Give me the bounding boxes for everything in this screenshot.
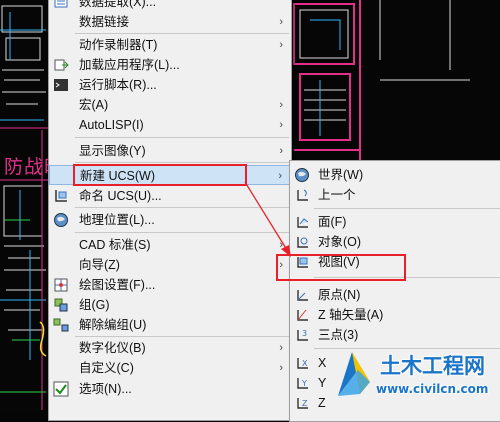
- submenu-item-world[interactable]: 世界(W): [290, 165, 500, 185]
- script-icon: [54, 79, 68, 91]
- tools-menu: 数据提取(X)... 数据链接 › 动作录制器(T) › 加载应用程序(L)..…: [48, 0, 292, 421]
- menu-item-label: 自定义(C): [79, 361, 134, 375]
- menu-item-data-links[interactable]: 数据链接 ›: [49, 12, 291, 32]
- watermark-url: www.civilcn.com: [376, 382, 489, 396]
- submenu-arrow-icon: ›: [279, 39, 283, 51]
- menu-item-macro[interactable]: 宏(A) ›: [49, 95, 291, 115]
- menu-item-label: 数据链接: [79, 15, 130, 29]
- menu-item-label: 命名 UCS(U)...: [79, 189, 162, 203]
- globe-icon: [54, 213, 68, 227]
- menu-item-options[interactable]: 选项(N)...: [49, 379, 291, 399]
- watermark: 土木工程网 www.civilcn.com: [330, 342, 500, 413]
- submenu-arrow-icon: ›: [279, 119, 283, 131]
- previous-ucs-icon: [297, 189, 308, 201]
- z-axis-vector-icon: [297, 309, 308, 321]
- svg-text:Y: Y: [301, 379, 307, 388]
- origin-ucs-icon: [297, 290, 308, 301]
- menu-item-label: 显示图像(Y): [79, 144, 146, 158]
- menu-item-label: 绘图设置(F)...: [79, 278, 156, 292]
- menu-item-label: 解除编组(U): [79, 318, 147, 332]
- menu-item-data-extraction[interactable]: 数据提取(X)...: [49, 0, 291, 12]
- menu-item-label: 选项(N)...: [79, 382, 132, 396]
- submenu-item-previous[interactable]: 上一个: [290, 185, 500, 205]
- menu-item-autolisp[interactable]: AutoLISP(I) ›: [49, 115, 291, 135]
- menu-item-label: 加载应用程序(L)...: [79, 58, 180, 72]
- menu-separator: [75, 162, 289, 163]
- menu-item-drafting-settings[interactable]: 绘图设置(F)...: [49, 275, 291, 295]
- z-rotate-icon: Z: [297, 398, 308, 409]
- watermark-logo-icon: [338, 352, 370, 396]
- submenu-arrow-icon: ›: [279, 145, 283, 157]
- svg-text:Z: Z: [302, 399, 308, 408]
- svg-text:3: 3: [302, 329, 307, 338]
- menu-item-geographic-location[interactable]: 地理位置(L)...: [49, 210, 291, 230]
- menu-item-label: 数据提取(X)...: [79, 0, 157, 9]
- svg-text:X: X: [302, 359, 308, 368]
- menu-item-display-image[interactable]: 显示图像(Y) ›: [49, 141, 291, 161]
- submenu-arrow-icon: ›: [279, 239, 283, 251]
- named-ucs-icon: [55, 190, 67, 202]
- watermark-title: 土木工程网: [380, 354, 485, 378]
- drafting-settings-icon: [54, 278, 68, 292]
- submenu-arrow-icon: ›: [279, 16, 283, 28]
- menu-item-wizards[interactable]: 向导(Z) ›: [49, 255, 291, 275]
- menu-item-label: 宏(A): [79, 98, 109, 112]
- object-ucs-icon: [297, 237, 308, 248]
- menu-item-label: 对象(O): [318, 235, 362, 249]
- menu-separator: [75, 232, 289, 233]
- menu-item-label: 世界(W): [318, 168, 364, 182]
- menu-item-label: 动作录制器(T): [79, 38, 158, 52]
- world-ucs-icon: [295, 168, 309, 182]
- menu-item-digitizer[interactable]: 数字化仪(B) ›: [49, 338, 291, 358]
- menu-item-cad-standards[interactable]: CAD 标准(S) ›: [49, 235, 291, 255]
- menu-item-group[interactable]: 组(G): [49, 295, 291, 315]
- menu-item-label: 原点(N): [318, 288, 361, 302]
- submenu-item-face[interactable]: 面(F): [290, 212, 500, 232]
- menu-item-label: 数字化仪(B): [79, 341, 146, 355]
- submenu-arrow-icon: ›: [279, 342, 283, 354]
- group-icon: [54, 298, 68, 312]
- submenu-arrow-icon: ›: [278, 170, 282, 182]
- menu-item-label: CAD 标准(S): [79, 238, 151, 252]
- menu-item-label: 向导(Z): [79, 258, 120, 272]
- submenu-item-object[interactable]: 对象(O): [290, 232, 500, 252]
- menu-item-run-script[interactable]: 运行脚本(R)...: [49, 75, 291, 95]
- menu-separator: [75, 336, 289, 337]
- submenu-arrow-icon: ›: [279, 99, 283, 111]
- menu-item-action-recorder[interactable]: 动作录制器(T) ›: [49, 35, 291, 55]
- x-rotate-icon: X: [297, 358, 308, 369]
- y-rotate-icon: Y: [297, 378, 308, 389]
- menu-item-label: 上一个: [318, 188, 356, 202]
- submenu-item-z-axis-vector[interactable]: Z 轴矢量(A): [290, 305, 500, 325]
- menu-separator: [75, 137, 289, 138]
- menu-item-label: 组(G): [79, 298, 110, 312]
- options-check-icon: [53, 381, 69, 397]
- menu-item-customize[interactable]: 自定义(C) ›: [49, 358, 291, 378]
- menu-separator: [314, 208, 500, 209]
- menu-separator: [75, 207, 289, 208]
- menu-item-named-ucs[interactable]: 命名 UCS(U)...: [49, 186, 291, 206]
- menu-item-label: 面(F): [318, 215, 347, 229]
- menu-item-ungroup[interactable]: 解除编组(U): [49, 315, 291, 335]
- menu-item-label: Y: [318, 376, 327, 390]
- submenu-item-origin[interactable]: 原点(N): [290, 285, 500, 305]
- data-extract-icon: [54, 0, 68, 8]
- load-app-icon: [54, 59, 69, 71]
- menu-item-label: AutoLISP(I): [79, 118, 144, 132]
- menu-item-label: X: [318, 356, 327, 370]
- three-point-icon: 3: [297, 329, 308, 341]
- menu-item-label: Z: [318, 396, 326, 410]
- submenu-arrow-icon: ›: [279, 362, 283, 374]
- menu-item-label: 运行脚本(R)...: [79, 78, 157, 92]
- face-ucs-icon: [297, 217, 309, 228]
- annotation-box-new-ucs: [73, 164, 247, 186]
- menu-item-label: Z 轴矢量(A): [318, 308, 384, 322]
- menu-item-load-application[interactable]: 加载应用程序(L)...: [49, 55, 291, 75]
- menu-separator: [75, 33, 289, 34]
- menu-item-label: 地理位置(L)...: [79, 213, 155, 227]
- ungroup-icon: [53, 318, 69, 332]
- annotation-box-view: [276, 254, 406, 281]
